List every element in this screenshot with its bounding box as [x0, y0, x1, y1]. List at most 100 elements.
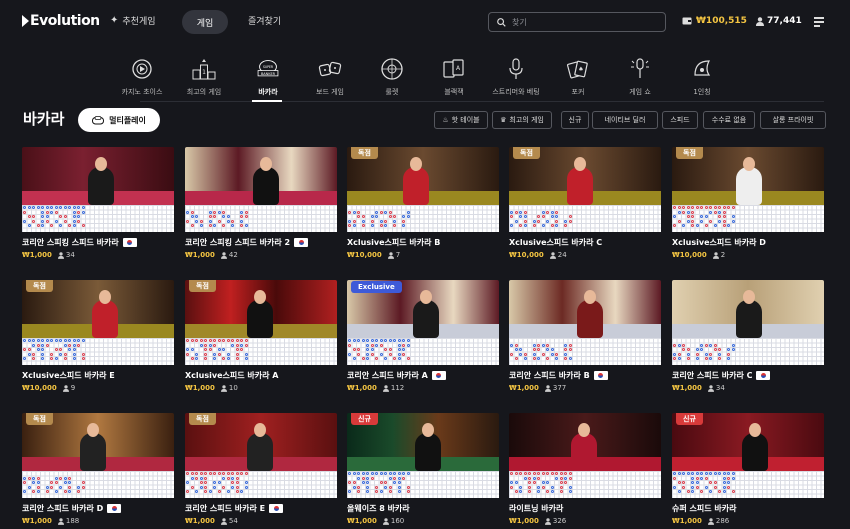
- game-thumbnail[interactable]: 독점: [22, 280, 174, 338]
- active-category-underline: [252, 100, 282, 102]
- category-bar: 카지노 초이스 1 최고의 게임 BANKER SUPER 바카라 보드 게임 룰렛 A 블랙잭 스…: [120, 56, 720, 100]
- game-thumbnail[interactable]: 독점: [672, 147, 824, 205]
- min-bet: ₩1,000: [185, 517, 215, 525]
- korea-flag-icon: [107, 504, 122, 513]
- category-roulette[interactable]: 룰렛: [360, 56, 424, 97]
- search-box[interactable]: [488, 12, 666, 32]
- game-card[interactable]: Exclusive 코리안 스피드 바카라 A ₩1,000 112: [347, 280, 499, 392]
- game-thumbnail[interactable]: [672, 280, 824, 338]
- category-dice[interactable]: 보드 게임: [298, 56, 362, 97]
- korea-flag-icon: [269, 504, 284, 513]
- game-card[interactable]: 독점 Xclusive스피드 바카라 D ₩10,000 2: [672, 147, 824, 259]
- game-card[interactable]: 독점 Xclusive스피드 바카라 A ₩1,000 10: [185, 280, 337, 392]
- game-name: Xclusive스피드 바카라 E: [22, 371, 115, 380]
- game-thumbnail[interactable]: 신규: [672, 413, 824, 471]
- category-first-person[interactable]: 1인칭: [670, 56, 734, 97]
- game-title: 코리안 스피드 바카라 A: [347, 370, 499, 381]
- category-cards[interactable]: A 블랙잭: [422, 56, 486, 97]
- min-bet: ₩1,000: [22, 517, 52, 525]
- min-bet: ₩1,000: [672, 517, 702, 525]
- game-meta: ₩10,000 7: [347, 251, 499, 259]
- evolution-logo[interactable]: Evolution: [22, 13, 100, 29]
- dealer-figure: [736, 290, 762, 338]
- game-thumbnail[interactable]: 독점: [509, 147, 661, 205]
- filter-chip[interactable]: 수수료 없음: [703, 111, 755, 129]
- filter-chip[interactable]: 신규: [561, 111, 589, 129]
- multiplay-button[interactable]: 멀티플레이: [78, 108, 160, 132]
- game-thumbnail[interactable]: Exclusive: [347, 280, 499, 338]
- filter-chip[interactable]: ♛ 최고의 게임: [492, 111, 552, 129]
- min-bet: ₩10,000: [347, 251, 382, 259]
- person-icon: [382, 384, 389, 392]
- logo-mark-icon: [22, 15, 29, 27]
- category-label: 카지노 초이스: [121, 88, 163, 96]
- person-icon: [544, 517, 551, 525]
- nav-recommended[interactable]: ✦ 추천게임: [110, 14, 156, 27]
- bead-road: [672, 205, 824, 232]
- game-thumbnail[interactable]: [509, 280, 661, 338]
- game-title: 코리안 스피킹 스피드 바카라 2: [185, 237, 337, 248]
- balance-display[interactable]: ₩100,515: [682, 16, 747, 26]
- game-card[interactable]: 라이트닝 바카라 ₩1,000 326: [509, 413, 661, 525]
- game-thumbnail[interactable]: [185, 147, 337, 205]
- filter-chip[interactable]: ♨ 핫 테이블: [434, 111, 488, 129]
- game-title: 코리안 스피드 바카라 B: [509, 370, 661, 381]
- game-card[interactable]: 코리안 스피킹 스피드 바카라 ₩1,000 34: [22, 147, 174, 259]
- dealer-figure: [571, 423, 597, 471]
- category-podium[interactable]: 1 최고의 게임: [172, 56, 236, 97]
- svg-text:1: 1: [202, 69, 206, 76]
- min-bet: ₩1,000: [347, 517, 377, 525]
- game-thumbnail[interactable]: 독점: [347, 147, 499, 205]
- game-thumbnail[interactable]: 신규: [347, 413, 499, 471]
- crown-icon: ♛: [500, 116, 507, 124]
- person-icon: [382, 517, 389, 525]
- game-meta: ₩1,000 112: [347, 384, 499, 392]
- bead-road: [672, 471, 824, 498]
- category-game-show[interactable]: 게임 쇼: [608, 56, 672, 97]
- category-microphone[interactable]: 스트리머와 베팅: [484, 56, 548, 97]
- filter-chip[interactable]: 스피드: [662, 111, 698, 129]
- game-card[interactable]: 신규 슈퍼 스피드 바카라 ₩1,000 286: [672, 413, 824, 525]
- game-name: Xclusive스피드 바카라 D: [672, 238, 766, 247]
- game-thumbnail[interactable]: 독점: [22, 413, 174, 471]
- category-baccarat[interactable]: BANKER SUPER 바카라: [236, 56, 300, 97]
- game-card[interactable]: 독점 Xclusive스피드 바카라 C ₩10,000 24: [509, 147, 661, 259]
- game-name: 코리안 스피드 바카라 D: [22, 504, 104, 513]
- person-icon: [220, 251, 227, 259]
- online-players: 77,441: [756, 16, 802, 26]
- category-label: 스트리머와 베팅: [492, 88, 540, 96]
- player-count: 2: [712, 251, 725, 259]
- game-card[interactable]: 독점 Xclusive스피드 바카라 B ₩10,000 7: [347, 147, 499, 259]
- game-card[interactable]: 코리안 스피킹 스피드 바카라 2 ₩1,000 42: [185, 147, 337, 259]
- search-input[interactable]: [512, 17, 652, 27]
- nav-favorites[interactable]: 즐겨찾기: [248, 14, 281, 27]
- game-card[interactable]: 독점 Xclusive스피드 바카라 E ₩10,000 9: [22, 280, 174, 392]
- microphone-icon: [503, 56, 529, 82]
- game-name: 라이트닝 바카라: [509, 504, 564, 513]
- game-card[interactable]: 코리안 스피드 바카라 C ₩1,000 34: [672, 280, 824, 392]
- game-title: Xclusive스피드 바카라 D: [672, 237, 824, 248]
- person-icon: [544, 384, 551, 392]
- game-card[interactable]: 코리안 스피드 바카라 B ₩1,000 377: [509, 280, 661, 392]
- game-thumbnail[interactable]: 독점: [185, 280, 337, 338]
- game-card[interactable]: 신규올웨이즈 8 바카라 ₩1,000 160: [347, 413, 499, 525]
- game-meta: ₩1,000 377: [509, 384, 661, 392]
- filter-chip[interactable]: 살롱 프라이빗: [760, 111, 826, 129]
- game-thumbnail[interactable]: 독점: [185, 413, 337, 471]
- game-show-icon: [627, 56, 653, 82]
- game-meta: ₩1,000 160: [347, 517, 499, 525]
- game-badge: 신규: [676, 413, 703, 425]
- game-thumbnail[interactable]: [22, 147, 174, 205]
- nav-games[interactable]: 게임: [182, 10, 228, 34]
- game-name: 올웨이즈 8 바카라: [347, 504, 410, 513]
- game-name: 코리안 스피드 바카라 B: [509, 371, 590, 380]
- game-card[interactable]: 독점 코리안 스피드 바카라 D ₩1,000 188: [22, 413, 174, 525]
- game-card[interactable]: 독점 코리안 스피드 바카라 E ₩1,000 54: [185, 413, 337, 525]
- game-badge: Exclusive: [351, 281, 402, 293]
- menu-icon[interactable]: [814, 17, 824, 29]
- filter-chip[interactable]: 네이티브 딜러: [592, 111, 658, 129]
- game-thumbnail[interactable]: [509, 413, 661, 471]
- roulette-icon: [379, 56, 405, 82]
- category-casino-choice[interactable]: 카지노 초이스: [110, 56, 174, 97]
- category-poker[interactable]: ♠ 포커: [546, 56, 610, 97]
